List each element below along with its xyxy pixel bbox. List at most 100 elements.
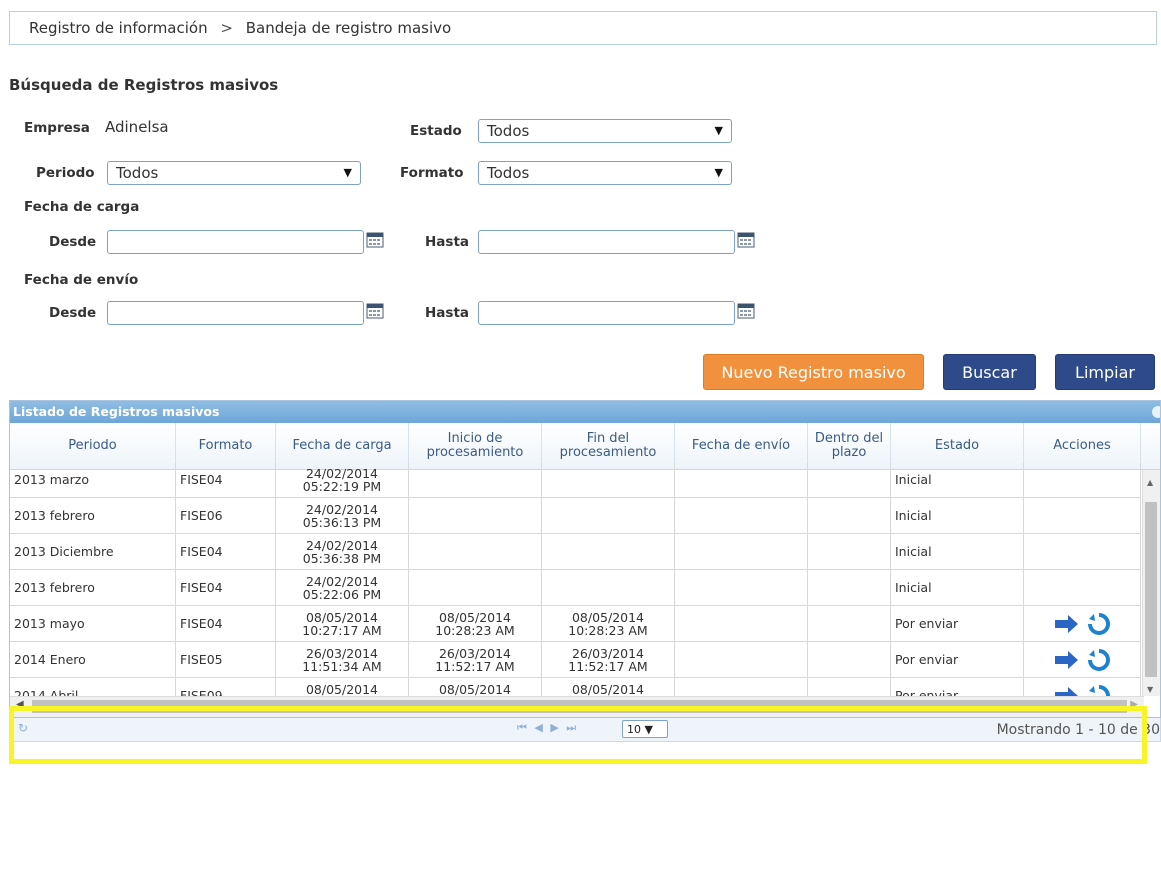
- fecha-carga-label: Fecha de carga: [24, 199, 140, 215]
- cell-carga: 24/02/2014 05:22:19 PM: [276, 462, 409, 497]
- cell-plazo: [808, 534, 891, 569]
- cell-envio: [675, 606, 808, 641]
- cell-carga: 24/02/2014 05:36:38 PM: [276, 534, 409, 569]
- formato-select-value: Todos: [487, 164, 530, 182]
- cell-plazo: [808, 606, 891, 641]
- cell-carga: 26/03/2014 11:51:34 AM: [276, 642, 409, 677]
- fecha-envio-label: Fecha de envío: [24, 272, 139, 288]
- page-size-value: 10: [627, 723, 641, 736]
- page-size-select[interactable]: 10 ▼: [622, 720, 668, 738]
- grid-pager: ↻ ⏮ ◀ ▶ ⏭ 10 ▼ Mostrando 1 - 10 de 30: [9, 718, 1161, 742]
- breadcrumb-parent[interactable]: Registro de información: [29, 19, 208, 37]
- scroll-left-icon[interactable]: ◀: [16, 699, 24, 710]
- desde-label: Desde: [49, 305, 97, 321]
- page-navigation[interactable]: ⏮ ◀ ▶ ⏭: [517, 721, 578, 735]
- cell-plazo: [808, 462, 891, 497]
- cell-fin: 26/03/2014 11:52:17 AM: [542, 642, 675, 677]
- cell-estado: Inicial: [891, 534, 1024, 569]
- horizontal-scrollbar[interactable]: ◀ ▶: [10, 696, 1144, 717]
- periodo-select[interactable]: Todos ▼: [107, 161, 361, 185]
- empresa-label: Empresa: [24, 120, 90, 136]
- table-row[interactable]: 2013 mayo FISE04 08/05/2014 10:27:17 AM 08/…: [10, 606, 1141, 642]
- limpiar-button[interactable]: Limpiar: [1055, 354, 1155, 390]
- cell-carga: 08/05/2014 10:27:17 AM: [276, 606, 409, 641]
- table-row[interactable]: 2013 marzo FISE04 24/02/2014 05:22:19 PM In…: [10, 462, 1141, 498]
- cell-carga: 24/02/2014 05:22:06 PM: [276, 570, 409, 605]
- cell-formato: FISE05: [176, 642, 276, 677]
- cell-periodo: 2013 Diciembre: [10, 534, 176, 569]
- estado-select[interactable]: Todos ▼: [478, 119, 732, 143]
- cell-formato: FISE04: [176, 462, 276, 497]
- cell-inicio: [409, 498, 542, 533]
- cell-acciones: [1024, 642, 1141, 677]
- calendar-icon[interactable]: [366, 302, 384, 319]
- fecha-carga-hasta-input[interactable]: [478, 230, 735, 254]
- grid-title: Listado de Registros masivos: [13, 404, 220, 419]
- table-row[interactable]: 2013 febrero FISE06 24/02/2014 05:36:13 PM…: [10, 498, 1141, 534]
- cell-periodo: 2013 febrero: [10, 570, 176, 605]
- buscar-button[interactable]: Buscar: [943, 354, 1036, 390]
- cell-envio: [675, 498, 808, 533]
- scroll-down-icon[interactable]: ▼: [1147, 685, 1153, 694]
- cell-estado: Inicial: [891, 570, 1024, 605]
- cell-envio: [675, 570, 808, 605]
- fecha-envio-desde-input[interactable]: [107, 301, 364, 325]
- table-row[interactable]: 2013 febrero FISE04 24/02/2014 05:22:06 PM…: [10, 570, 1141, 606]
- cell-inicio: [409, 534, 542, 569]
- vertical-scrollbar[interactable]: ▲ ▼: [1142, 470, 1160, 696]
- periodo-select-value: Todos: [116, 164, 159, 182]
- fecha-carga-desde-input[interactable]: [107, 230, 364, 254]
- calendar-icon[interactable]: [737, 231, 755, 248]
- cell-fin: 08/05/2014 10:28:23 AM: [542, 606, 675, 641]
- refresh-circle-icon[interactable]: [1088, 648, 1110, 671]
- cell-plazo: [808, 642, 891, 677]
- fecha-envio-hasta-input[interactable]: [478, 301, 735, 325]
- scroll-right-icon[interactable]: ▶: [1130, 699, 1138, 710]
- cell-fin: [542, 570, 675, 605]
- scroll-up-icon[interactable]: ▲: [1147, 478, 1153, 487]
- cell-inicio: [409, 462, 542, 497]
- cell-periodo: 2013 marzo: [10, 462, 176, 497]
- formato-select[interactable]: Todos ▼: [478, 161, 732, 185]
- cell-inicio: 08/05/2014 10:28:23 AM: [409, 606, 542, 641]
- cell-periodo: 2014 Enero: [10, 642, 176, 677]
- desde-label: Desde: [49, 234, 97, 250]
- cell-inicio: 26/03/2014 11:52:17 AM: [409, 642, 542, 677]
- hasta-label: Hasta: [425, 305, 470, 321]
- cell-formato: FISE04: [176, 534, 276, 569]
- breadcrumb: Registro de información > Bandeja de reg…: [9, 11, 1157, 45]
- page-title: Búsqueda de Registros masivos: [9, 76, 279, 94]
- scroll-thumb[interactable]: [1145, 502, 1157, 677]
- cell-plazo: [808, 498, 891, 533]
- chevron-down-icon: ▼: [343, 166, 352, 179]
- cell-estado: Inicial: [891, 498, 1024, 533]
- cell-formato: FISE04: [176, 570, 276, 605]
- cell-acciones: [1024, 606, 1141, 641]
- cell-fin: [542, 462, 675, 497]
- refresh-circle-icon[interactable]: [1088, 612, 1110, 635]
- cell-inicio: [409, 570, 542, 605]
- send-arrow-icon[interactable]: [1054, 614, 1086, 634]
- nuevo-registro-button[interactable]: Nuevo Registro masivo: [703, 354, 924, 390]
- send-arrow-icon[interactable]: [1054, 650, 1086, 670]
- cell-acciones: [1024, 462, 1141, 497]
- estado-label: Estado: [410, 123, 462, 139]
- cell-acciones: [1024, 534, 1141, 569]
- scroll-thumb[interactable]: [32, 700, 1127, 713]
- cell-envio: [675, 534, 808, 569]
- registros-grid: Listado de Registros masivos Periodo Form…: [9, 400, 1161, 718]
- collapse-icon[interactable]: [1152, 406, 1160, 418]
- cell-estado: Por enviar: [891, 606, 1024, 641]
- estado-select-value: Todos: [487, 122, 530, 140]
- empresa-value: Adinelsa: [105, 118, 169, 136]
- refresh-icon[interactable]: ↻: [18, 721, 28, 735]
- cell-fin: [542, 498, 675, 533]
- cell-acciones: [1024, 498, 1141, 533]
- calendar-icon[interactable]: [737, 302, 755, 319]
- calendar-icon[interactable]: [366, 231, 384, 248]
- breadcrumb-separator: >: [220, 19, 233, 37]
- table-row[interactable]: 2013 Diciembre FISE04 24/02/2014 05:36:38 …: [10, 534, 1141, 570]
- chevron-down-icon: ▼: [714, 166, 723, 179]
- periodo-label: Periodo: [36, 165, 95, 181]
- table-row[interactable]: 2014 Enero FISE05 26/03/2014 11:51:34 AM 26…: [10, 642, 1141, 678]
